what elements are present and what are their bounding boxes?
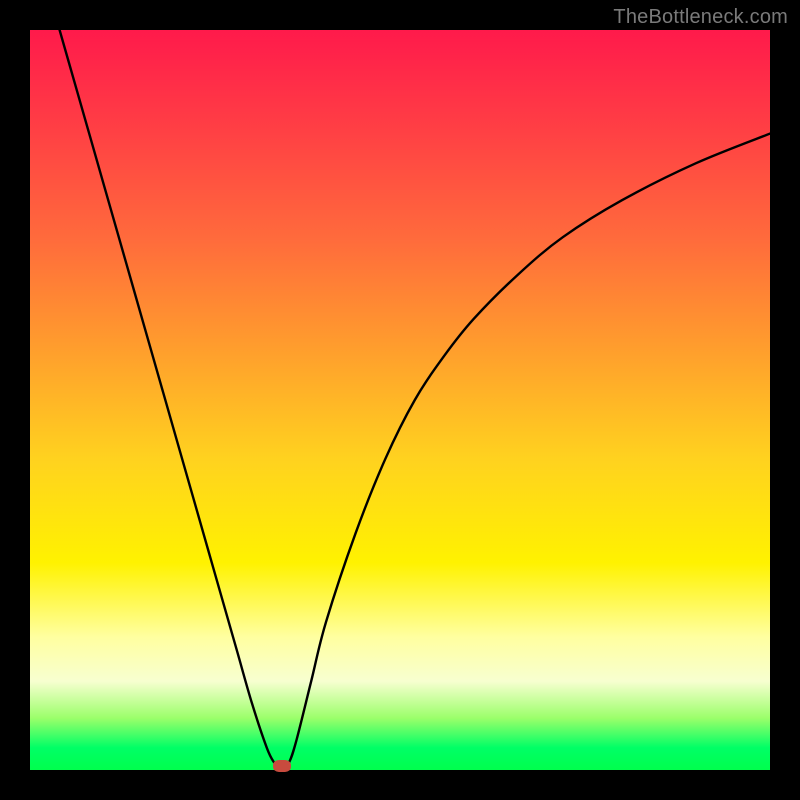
optimum-marker	[273, 760, 291, 772]
curve-svg	[30, 30, 770, 770]
watermark-text: TheBottleneck.com	[613, 6, 788, 29]
plot-area	[30, 30, 770, 770]
chart-frame: TheBottleneck.com	[0, 0, 800, 800]
